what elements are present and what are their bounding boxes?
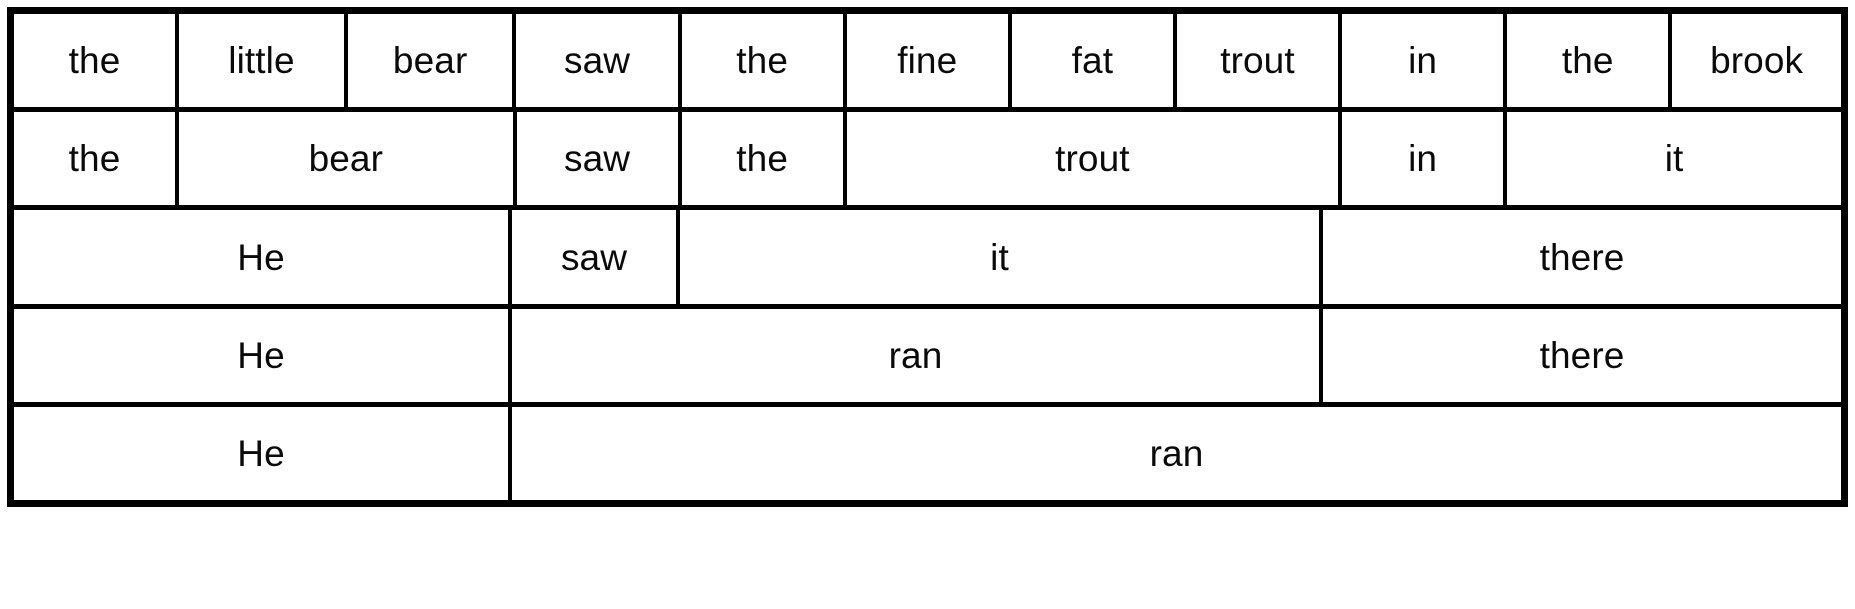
chart-cell: trout <box>846 112 1343 206</box>
chart-row: He ran there <box>14 308 1841 407</box>
chart-cell: bear <box>347 14 517 108</box>
chart-cell: the <box>681 112 847 206</box>
cell-label: trout <box>1220 40 1295 82</box>
cell-label: fat <box>1071 40 1114 82</box>
chart-cell: trout <box>1176 14 1343 108</box>
chart-cell: He <box>14 210 512 304</box>
cell-label: the <box>1561 40 1614 82</box>
chart-cell: saw <box>516 112 682 206</box>
chart-cell: there <box>1323 210 1841 304</box>
cell-label: little <box>228 40 295 82</box>
chart-cell: the <box>1507 14 1673 108</box>
chart-cell: the <box>14 112 180 206</box>
cell-label: the <box>68 138 121 180</box>
chart-cell: fine <box>846 14 1012 108</box>
chart-cell: there <box>1323 308 1841 402</box>
chart-cell: He <box>14 406 512 501</box>
cell-label: in <box>1408 138 1438 180</box>
cell-label: ran <box>888 334 943 376</box>
cell-label: saw <box>563 40 631 82</box>
chart-row: He ran <box>14 406 1841 501</box>
cell-label: the <box>736 40 789 82</box>
cell-label: He <box>237 432 285 474</box>
cell-label: ran <box>1149 432 1204 474</box>
constituent-box-diagram: the little bear saw the fine fat trout in the broo… <box>0 0 1855 609</box>
cell-label: brook <box>1710 40 1804 82</box>
cell-label: saw <box>564 138 631 180</box>
chart-cell: saw <box>516 14 682 108</box>
chart-cell: little <box>179 14 348 108</box>
cell-label: in <box>1408 40 1438 82</box>
chart-cell: it <box>680 210 1323 304</box>
chart-cell: saw <box>512 210 680 304</box>
cell-label: there <box>1539 334 1625 376</box>
cell-label: bear <box>392 40 468 82</box>
cell-label: saw <box>560 236 628 278</box>
chart-cell: the <box>14 14 180 108</box>
chart-cell: fat <box>1011 14 1177 108</box>
cell-label: it <box>990 236 1009 278</box>
chart-cell: bear <box>179 112 517 206</box>
chart-cell: in <box>1342 14 1508 108</box>
chart-row: the bear saw the trout in it <box>14 112 1841 211</box>
chart-row: He saw it there <box>14 210 1841 309</box>
chart-cell: it <box>1507 112 1841 206</box>
cell-label: fine <box>897 40 958 82</box>
cell-label: there <box>1539 236 1625 278</box>
chart-row: the little bear saw the fine fat trout in the broo… <box>14 14 1841 113</box>
cell-label: He <box>237 236 285 278</box>
cell-label: the <box>736 138 789 180</box>
chart-cell: ran <box>512 406 1841 501</box>
cell-label: bear <box>308 138 384 180</box>
box-chart-grid: the little bear saw the fine fat trout in the broo… <box>7 7 1848 507</box>
chart-cell: He <box>14 308 512 402</box>
cell-label: trout <box>1055 138 1130 180</box>
chart-cell: in <box>1342 112 1508 206</box>
cell-label: it <box>1664 138 1684 180</box>
chart-cell: ran <box>512 308 1323 402</box>
chart-cell: the <box>681 14 847 108</box>
cell-label: the <box>68 40 121 82</box>
cell-label: He <box>237 334 285 376</box>
chart-cell: brook <box>1672 14 1841 108</box>
